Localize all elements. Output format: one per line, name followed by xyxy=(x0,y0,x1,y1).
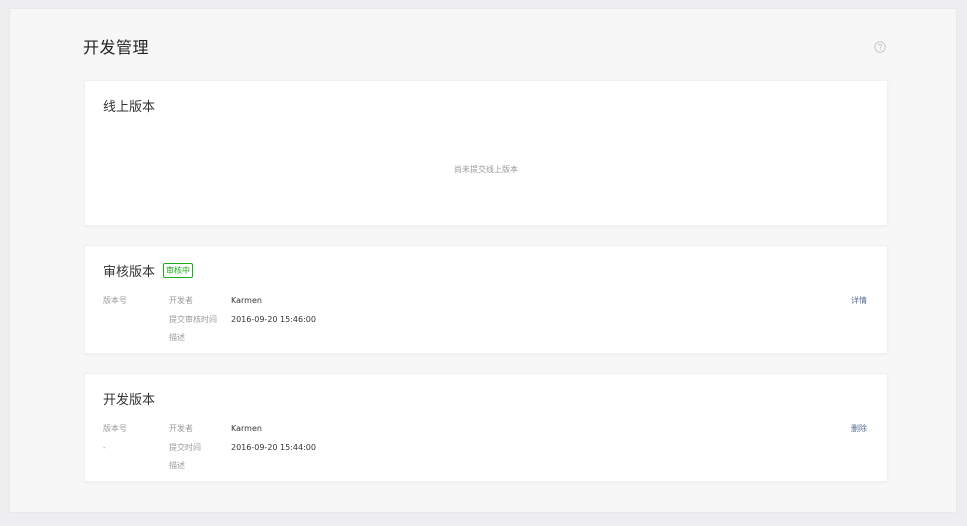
status-badge: 审核中 xyxy=(163,263,193,278)
submit-review-time-label: 提交审核时间 xyxy=(169,314,217,324)
review-version-title: 审核版本 xyxy=(103,265,156,280)
dev-version-value-col: Karmen 2016-09-20 15:44:00 xyxy=(231,420,316,476)
version-number-value: - xyxy=(103,442,106,452)
version-number-label: 版本号 xyxy=(103,424,127,433)
description-value xyxy=(231,329,316,348)
dev-version-label-col: 开发者 提交时间 描述 xyxy=(169,420,201,476)
developer-value: Karmen xyxy=(231,424,262,433)
online-version-title: 线上版本 xyxy=(103,100,156,115)
dev-version-card: 开发版本 版本号 - 开发者 提交时间 描述 Karmen 2016-09-20… xyxy=(84,373,888,482)
details-link[interactable]: 详情 xyxy=(851,292,867,311)
review-version-value-col: Karmen 2016-09-20 15:46:00 xyxy=(231,292,316,348)
submit-time-value: 2016-09-20 15:44:00 xyxy=(231,442,316,452)
version-number-label: 版本号 xyxy=(103,296,127,305)
description-value xyxy=(231,457,316,476)
dev-version-number-col: 版本号 - xyxy=(103,420,127,457)
help-icon[interactable] xyxy=(874,38,886,53)
review-version-label-col: 开发者 提交审核时间 描述 xyxy=(169,292,217,348)
developer-label: 开发者 xyxy=(169,296,193,305)
help-icon-glyph xyxy=(874,41,886,53)
description-label: 描述 xyxy=(169,333,185,342)
online-version-empty-text: 尚未提交线上版本 xyxy=(454,165,518,174)
developer-value: Karmen xyxy=(231,296,262,305)
online-version-card: 线上版本 尚未提交线上版本 xyxy=(84,80,888,226)
description-label: 描述 xyxy=(169,461,185,470)
page-title: 开发管理 xyxy=(83,38,150,57)
developer-label: 开发者 xyxy=(169,424,193,433)
review-version-number-col: 版本号 xyxy=(103,292,127,311)
review-version-card: 审核版本 审核中 版本号 开发者 提交审核时间 描述 Karmen 2016-0… xyxy=(84,245,888,354)
dev-version-title: 开发版本 xyxy=(103,393,156,408)
delete-link[interactable]: 删除 xyxy=(851,420,867,439)
submit-time-label: 提交时间 xyxy=(169,442,201,452)
submit-review-time-value: 2016-09-20 15:46:00 xyxy=(231,314,316,324)
